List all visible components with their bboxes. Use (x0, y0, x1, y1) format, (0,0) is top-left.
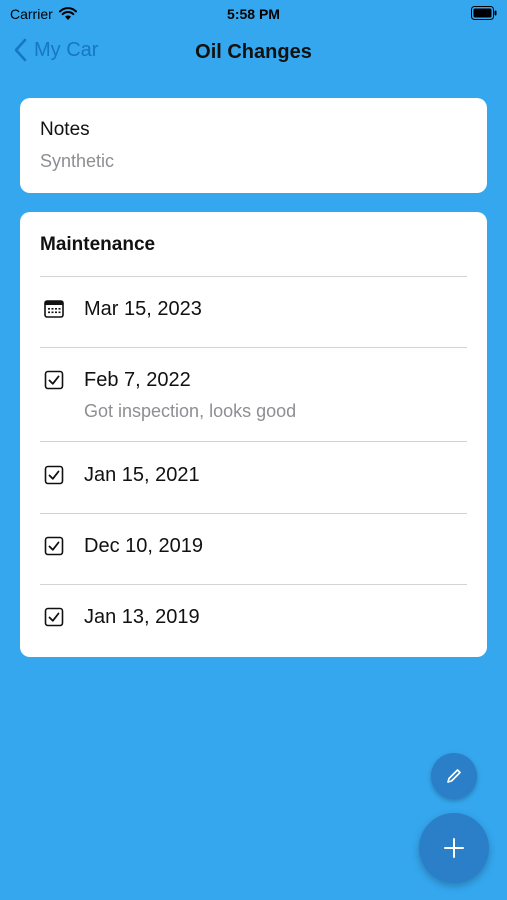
checkbox-checked-icon (44, 607, 64, 627)
entry-note: Got inspection, looks good (84, 401, 297, 421)
entry-date: Jan 15, 2021 (84, 464, 200, 486)
entry-date: Jan 13, 2019 (84, 606, 200, 628)
entry-date: Feb 7, 2022 (84, 369, 191, 391)
status-bar: Carrier 5:58 PM (0, 0, 507, 28)
checkbox-checked-icon (44, 465, 64, 485)
add-button[interactable] (419, 813, 489, 883)
notes-card[interactable]: Notes Synthetic (20, 98, 487, 193)
divider (40, 513, 467, 514)
checkbox-checked-icon (44, 536, 64, 556)
navigation-bar: My Car Oil Changes (0, 30, 507, 74)
plus-icon (444, 838, 464, 858)
pencil-icon (447, 769, 461, 783)
notes-title: Notes (40, 119, 90, 140)
checkbox-checked-icon (44, 370, 64, 390)
notes-value: Synthetic (40, 151, 115, 171)
edit-button[interactable] (431, 753, 477, 799)
calendar-icon (44, 300, 64, 318)
divider (40, 584, 467, 585)
divider (40, 276, 467, 277)
status-time: 5:58 PM (227, 6, 280, 22)
entry-date: Dec 10, 2019 (84, 535, 203, 557)
entry-date: Mar 15, 2023 (84, 298, 202, 320)
divider (40, 347, 467, 348)
maintenance-title: Maintenance (40, 234, 156, 255)
battery-icon (471, 6, 497, 20)
maintenance-card: Maintenance Mar 15, 2023 Feb 7, 2022 Got… (20, 212, 487, 657)
divider (40, 441, 467, 442)
page-title: Oil Changes (195, 41, 312, 63)
